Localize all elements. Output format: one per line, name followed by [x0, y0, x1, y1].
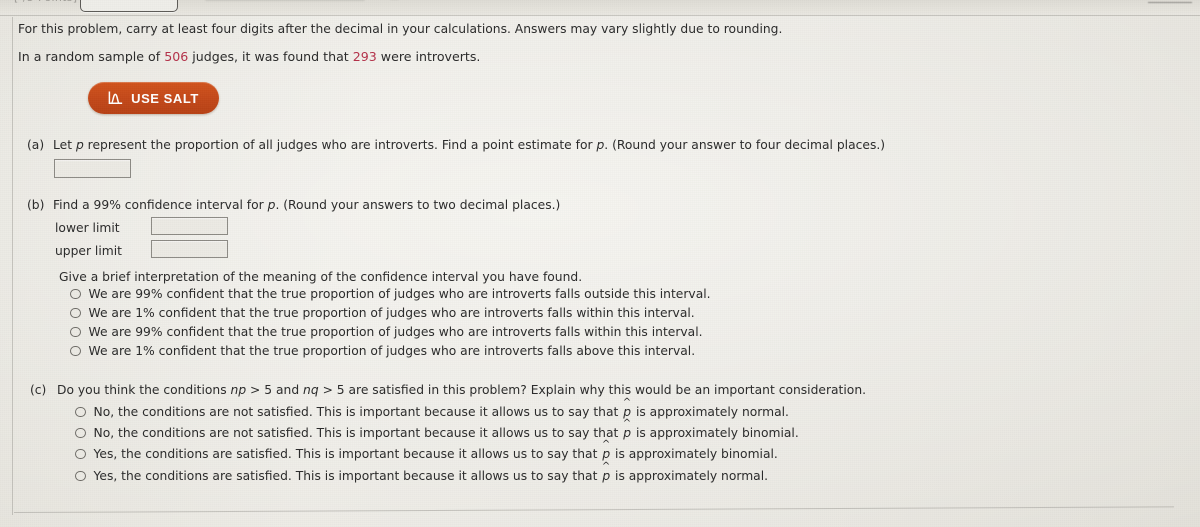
part-a-answer-input[interactable]	[54, 159, 131, 178]
interpretation-prompt: Give a brief interpretation of the meani…	[59, 270, 583, 284]
conditions-option-4-after: is approximately normal.	[611, 469, 769, 483]
conditions-option-2-before: No, the conditions are not satisfied. Th…	[93, 426, 623, 440]
part-c-text-3: > 5 are satisfied in this problem? Expla…	[318, 383, 867, 397]
conditions-option-3[interactable]: Yes, the conditions are satisfied. This …	[75, 447, 778, 461]
problem-text-suffix: were introverts.	[376, 49, 481, 64]
problem-text-prefix: In a random sample of	[18, 49, 165, 64]
p-hat-symbol: p	[622, 405, 632, 419]
part-c-condition-1: np	[230, 383, 247, 397]
conditions-option-2-label: No, the conditions are not satisfied. Th…	[94, 426, 799, 440]
p-hat-symbol: p	[601, 469, 611, 483]
rounding-instruction: For this problem, carry at least four di…	[18, 22, 783, 36]
interpretation-option-1[interactable]: We are 99% confident that the true propo…	[70, 287, 711, 301]
part-a-question: Let p represent the proportion of all ju…	[53, 138, 885, 152]
upper-limit-label: upper limit	[55, 244, 122, 258]
conditions-option-3-before: Yes, the conditions are satisfied. This …	[93, 447, 602, 461]
interpretation-option-2[interactable]: We are 1% confident that the true propor…	[70, 306, 695, 320]
lower-limit-input[interactable]	[151, 217, 228, 235]
lower-limit-label: lower limit	[55, 221, 120, 235]
part-a-label: (a)	[27, 138, 45, 152]
interpretation-option-1-label: We are 99% confident that the true propo…	[88, 287, 711, 301]
radio-icon[interactable]	[70, 288, 81, 300]
interpretation-option-4[interactable]: We are 1% confident that the true propor…	[70, 344, 695, 358]
part-c-label: (c)	[30, 383, 47, 397]
part-a-text-2: represent the proportion of all judges w…	[83, 138, 597, 152]
conditions-option-4[interactable]: Yes, the conditions are satisfied. This …	[75, 469, 768, 483]
problem-text-middle: judges, it was found that	[188, 49, 353, 64]
conditions-option-2[interactable]: No, the conditions are not satisfied. Th…	[75, 426, 799, 440]
conditions-option-3-label: Yes, the conditions are satisfied. This …	[94, 447, 778, 461]
conditions-option-4-label: Yes, the conditions are satisfied. This …	[94, 469, 769, 483]
radio-icon[interactable]	[70, 326, 81, 338]
radio-icon[interactable]	[70, 345, 81, 357]
radio-icon[interactable]	[75, 448, 86, 460]
part-b-text-1: Find a 99% confidence interval for	[53, 198, 268, 212]
conditions-option-1-label: No, the conditions are not satisfied. Th…	[94, 405, 789, 419]
conditions-option-4-before: Yes, the conditions are satisfied. This …	[93, 469, 602, 483]
part-b-text-2: . (Round your answers to two decimal pla…	[275, 198, 561, 212]
conditions-option-1-before: No, the conditions are not satisfied. Th…	[93, 405, 623, 419]
conditions-option-1-after: is approximately normal.	[632, 405, 789, 419]
part-c-condition-2: nq	[303, 383, 319, 397]
radio-icon[interactable]	[70, 307, 81, 319]
interpretation-option-3-label: We are 99% confident that the true propo…	[88, 325, 703, 339]
problem-statement: In a random sample of 506 judges, it was…	[18, 49, 480, 64]
upper-limit-input[interactable]	[151, 240, 228, 258]
radio-icon[interactable]	[75, 427, 86, 439]
part-c-text-2: > 5 and	[246, 383, 304, 397]
conditions-option-3-after: is approximately binomial.	[611, 447, 778, 461]
success-count-value: 293	[352, 49, 377, 64]
interpretation-option-2-label: We are 1% confident that the true propor…	[88, 306, 695, 320]
part-a-text-3: . (Round your answer to four decimal pla…	[604, 138, 886, 152]
part-b-label: (b)	[27, 198, 45, 212]
interpretation-option-3[interactable]: We are 99% confident that the true propo…	[70, 325, 703, 339]
conditions-option-2-after: is approximately binomial.	[632, 426, 799, 440]
distribution-curve-icon	[108, 91, 123, 104]
radio-icon[interactable]	[75, 470, 86, 482]
conditions-option-1[interactable]: No, the conditions are not satisfied. Th…	[75, 405, 789, 419]
part-c-question: Do you think the conditions np > 5 and n…	[57, 383, 866, 397]
sample-size-value: 506	[164, 49, 189, 64]
p-hat-symbol: p	[601, 447, 611, 461]
interpretation-option-4-label: We are 1% confident that the true propor…	[88, 344, 696, 358]
use-salt-label: USE SALT	[131, 90, 199, 106]
p-hat-symbol: p	[622, 426, 632, 440]
part-a-p-symbol: p	[75, 138, 84, 152]
part-b-question: Find a 99% confidence interval for p. (R…	[53, 198, 560, 212]
radio-icon[interactable]	[75, 406, 86, 418]
part-c-text-1: Do you think the conditions	[57, 383, 231, 397]
part-a-text-1: Let	[53, 138, 76, 152]
problem-content: For this problem, carry at least four di…	[0, 0, 1200, 527]
use-salt-button[interactable]: USE SALT	[88, 82, 219, 114]
